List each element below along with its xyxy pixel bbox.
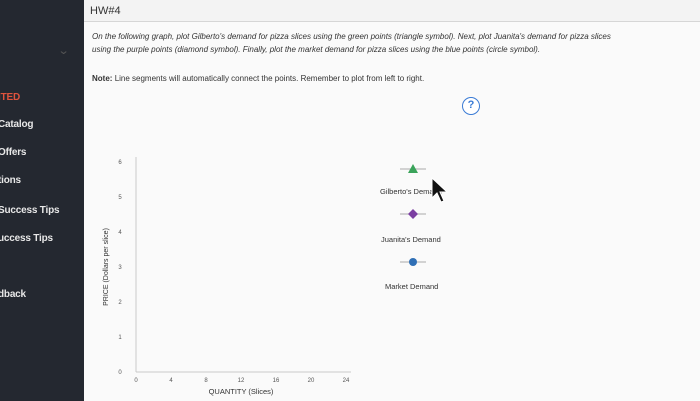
y-tick-label: 6 — [118, 160, 122, 166]
note-body: Line segments will automatically connect… — [114, 74, 425, 83]
legend-gilberto-symbol[interactable] — [398, 162, 428, 176]
sidebar-item-feedback[interactable]: dback — [0, 289, 26, 300]
x-tick-label: 12 — [238, 378, 245, 384]
note-text: Note: Line segments will automatically c… — [92, 74, 424, 83]
sidebar-item-success-tips-2[interactable]: uccess Tips — [0, 233, 53, 244]
demand-graph[interactable]: 01234560 4 8 12 16 20 24QUANTITY (Slices)PRICE… — [96, 150, 396, 400]
legend-juanita-label: Juanita's Demand — [381, 235, 441, 244]
y-tick-label: 2 — [118, 300, 122, 306]
sidebar-item-catalog[interactable]: Catalog — [0, 119, 33, 130]
y-axis-title: PRICE (Dollars per slice) — [103, 228, 110, 306]
y-tick-label: 5 — [118, 195, 122, 201]
instructions-text: On the following graph, plot Gilberto's … — [92, 30, 692, 56]
y-tick-label: 3 — [118, 265, 122, 271]
y-tick-label: 4 — [118, 230, 122, 236]
mouse-cursor-icon — [431, 176, 449, 203]
legend-market-symbol[interactable] — [398, 255, 428, 269]
x-tick-label: 0 — [134, 378, 138, 384]
sidebar-item-offers[interactable]: Offers — [0, 147, 26, 158]
circle-icon — [409, 258, 417, 266]
note-label: Note: — [92, 74, 113, 83]
help-button[interactable]: ? — [462, 97, 480, 115]
instructions-line-1: On the following graph, plot Gilberto's … — [92, 32, 611, 41]
assignment-title: HW#4 — [90, 5, 121, 17]
course-sidebar: ITED Catalog Offers tions Success Tips u… — [0, 0, 84, 401]
x-tick-label: 8 — [204, 378, 208, 384]
sidebar-item-success-tips[interactable]: Success Tips — [0, 205, 60, 216]
assignment-header: HW#4 — [84, 0, 700, 22]
chevron-down-icon[interactable]: ⌄ — [58, 44, 70, 57]
x-tick-label: 16 — [273, 378, 280, 384]
y-tick-label: 1 — [118, 335, 122, 341]
instructions-line-2: using the purple points (diamond symbol)… — [92, 45, 541, 54]
x-tick-label: 4 — [169, 378, 173, 384]
x-tick-label: 24 — [343, 378, 350, 384]
legend-market-label: Market Demand — [385, 282, 439, 291]
diamond-icon — [408, 209, 418, 219]
sidebar-item-options[interactable]: tions — [0, 175, 21, 186]
sidebar-item-started[interactable]: ITED — [0, 92, 20, 103]
x-tick-label: 20 — [308, 378, 315, 384]
legend-juanita-symbol[interactable] — [398, 207, 428, 221]
question-icon: ? — [467, 99, 475, 111]
x-axis-title: QUANTITY (Slices) — [209, 387, 274, 396]
y-tick-label: 0 — [118, 370, 122, 376]
